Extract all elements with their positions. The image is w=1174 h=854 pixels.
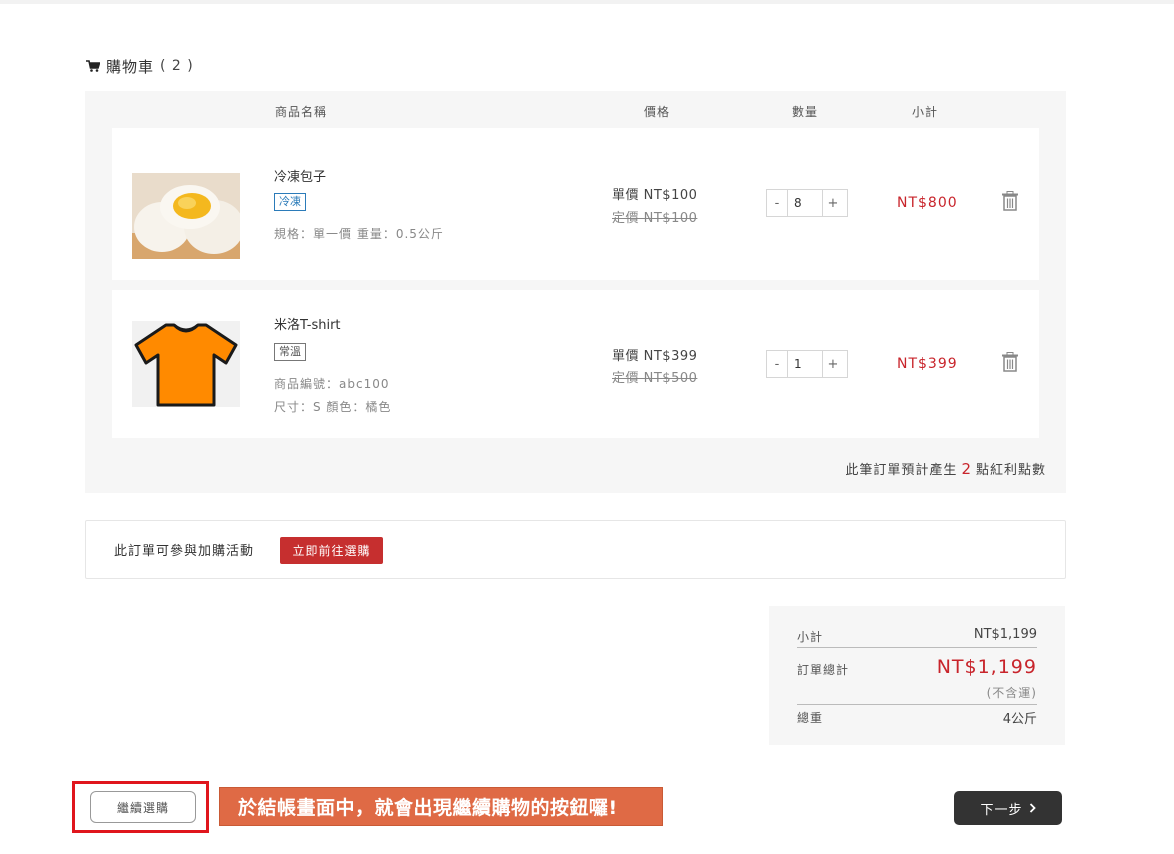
qty-minus-button[interactable]: - [767, 190, 787, 216]
cart-icon [86, 60, 100, 72]
product-spec: 規格：單一價 重量：0.5公斤 [274, 227, 444, 241]
qty-input[interactable]: 8 [787, 190, 823, 216]
product-name[interactable]: 米洛T-shirt [274, 314, 341, 333]
column-header-subtotal: 小計 [912, 105, 939, 119]
trash-icon[interactable] [1001, 352, 1019, 372]
continue-shopping-button[interactable]: 繼續選購 [90, 791, 196, 823]
qty-plus-button[interactable]: + [823, 190, 843, 216]
top-bar [0, 0, 1174, 4]
cart-count: ( 2 ) [160, 58, 194, 74]
promo-text: 此訂單可參與加購活動 [114, 544, 255, 559]
original-price: 定價 NT$500 [612, 371, 698, 386]
summary-weight-label: 總重 [797, 711, 824, 725]
column-header-qty: 數量 [792, 105, 819, 119]
next-step-label: 下一步 [980, 802, 1023, 818]
qty-minus-button[interactable]: - [767, 351, 787, 377]
qty-plus-button[interactable]: + [823, 351, 843, 377]
order-summary: 小計 NT$1,199 訂單總計 NT$1,199 (不含運) 總重 4公斤 [769, 606, 1065, 745]
trash-icon[interactable] [1001, 191, 1019, 211]
summary-weight-value: 4公斤 [1002, 712, 1037, 727]
product-spec: 尺寸：S 顏色：橘色 [274, 400, 392, 414]
addon-promo-box: 此訂單可參與加購活動 立即前往選購 [85, 520, 1066, 579]
divider [797, 704, 1037, 705]
qty-input[interactable]: 1 [787, 351, 823, 377]
summary-subtotal-value: NT$1,199 [973, 627, 1037, 642]
unit-price: 單價 NT$100 [612, 188, 698, 203]
item-subtotal: NT$399 [897, 356, 958, 372]
tshirt-image[interactable] [132, 321, 240, 407]
chevron-right-icon [1029, 803, 1036, 813]
summary-subtotal-label: 小計 [797, 630, 824, 644]
product-name[interactable]: 冷凍包子 [274, 166, 326, 185]
summary-total-value: NT$1,199 [936, 656, 1037, 678]
divider [797, 647, 1037, 648]
cart-item-row: 米洛T-shirt 常溫 商品編號：abc100 尺寸：S 顏色：橘色 單價 N… [112, 290, 1039, 438]
product-code: 商品編號：abc100 [274, 377, 390, 391]
item-subtotal: NT$800 [897, 195, 958, 211]
bun-image[interactable] [132, 173, 240, 259]
cart-item-row: 冷凍包子 冷凍 規格：單一價 重量：0.5公斤 單價 NT$100 定價 NT$… [112, 128, 1039, 280]
go-shopping-button[interactable]: 立即前往選購 [280, 537, 383, 564]
bonus-points-note: 此筆訂單預計產生 2 點紅利點數 [845, 459, 1046, 478]
summary-total-label: 訂單總計 [797, 663, 850, 677]
next-step-button[interactable]: 下一步 [954, 791, 1062, 825]
original-price: 定價 NT$100 [612, 211, 698, 226]
shipping-excluded-note: (不含運) [986, 686, 1037, 700]
cart-title: 購物車 ( 2 ) [86, 55, 194, 77]
quantity-stepper: - 8 + [766, 189, 848, 217]
unit-price: 單價 NT$399 [612, 349, 698, 364]
quantity-stepper: - 1 + [766, 350, 848, 378]
annotation-callout: 於結帳畫面中，就會出現繼續購物的按鈕囉! [219, 787, 663, 826]
column-header-name: 商品名稱 [275, 105, 328, 119]
points-prefix: 此筆訂單預計產生 [845, 463, 958, 478]
points-number: 2 [961, 460, 972, 478]
temperature-tag: 常溫 [274, 343, 306, 361]
cart-title-text: 購物車 [106, 57, 155, 76]
points-suffix: 點紅利點數 [975, 463, 1046, 478]
temperature-tag: 冷凍 [274, 193, 306, 211]
column-header-price: 價格 [644, 105, 671, 119]
